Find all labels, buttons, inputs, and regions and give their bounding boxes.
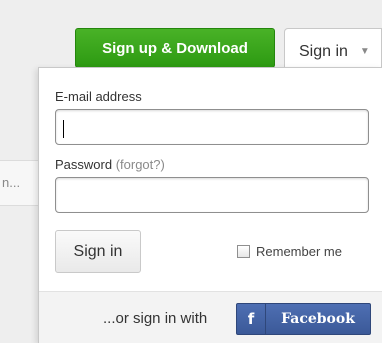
signin-tab-label: Sign in: [299, 42, 348, 60]
facebook-icon: f: [237, 304, 266, 334]
page: n... Sign up & Download Sign in ▼ E-mail…: [0, 0, 382, 343]
password-label: Password: [55, 157, 113, 172]
password-label-row: Password (forgot?): [55, 157, 165, 172]
facebook-signin-button[interactable]: f Facebook: [236, 303, 371, 335]
email-label: E-mail address: [55, 89, 142, 104]
signin-panel: E-mail address Password (forgot?) Sign i…: [38, 67, 382, 343]
alternate-signin-footer: ...or sign in with f Facebook: [39, 291, 382, 343]
signin-submit-button[interactable]: Sign in: [55, 230, 141, 273]
remember-me-row: Remember me: [237, 244, 342, 259]
password-field[interactable]: [55, 177, 369, 213]
facebook-label: Facebook: [281, 311, 355, 327]
background-truncated-text: n...: [2, 175, 21, 190]
forgot-password-link[interactable]: (forgot?): [116, 157, 165, 172]
alt-signin-text: ...or sign in with: [103, 310, 208, 327]
remember-me-checkbox[interactable]: [237, 245, 250, 258]
chevron-down-icon: ▼: [359, 46, 370, 57]
signup-download-button[interactable]: Sign up & Download: [75, 28, 275, 68]
text-cursor: [63, 120, 64, 138]
remember-me-label: Remember me: [256, 244, 342, 259]
email-field[interactable]: [55, 109, 369, 145]
